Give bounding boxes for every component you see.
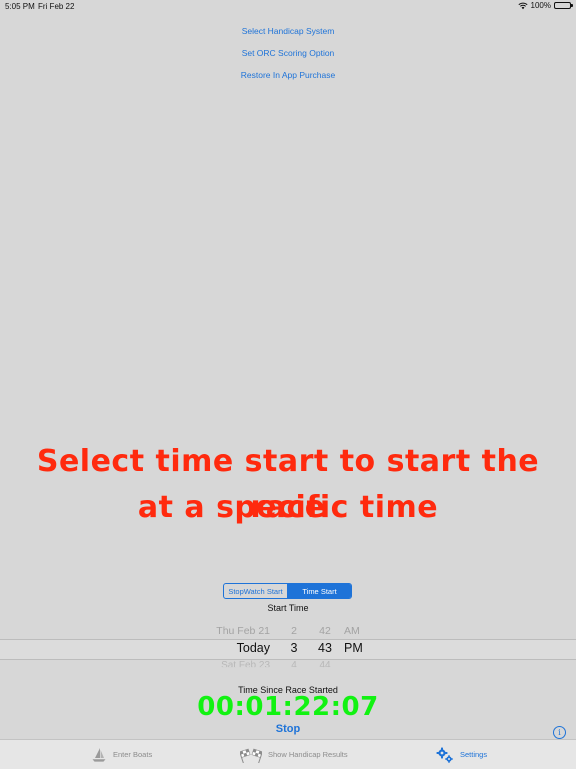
restore-purchase-link[interactable]: Restore In App Purchase <box>0 70 576 80</box>
status-bar: 5:05 PM Fri Feb 22 100% <box>0 0 576 14</box>
sailboat-icon <box>92 747 106 762</box>
tab-show-handicap-results[interactable]: Show Handicap Results <box>240 740 348 769</box>
picker-hour-selected[interactable]: 3 <box>285 641 303 655</box>
status-time: 5:05 PM <box>5 2 35 11</box>
battery-icon <box>554 2 573 9</box>
start-time-picker[interactable]: Thu Feb 21 2 42 AM Today 3 43 PM Sat Feb… <box>0 620 576 676</box>
start-mode-segmented-control: StopWatch Start Time Start <box>223 583 352 599</box>
battery-percent: 100% <box>530 1 551 10</box>
picker-minute-selected[interactable]: 43 <box>314 641 336 655</box>
tab-enter-boats[interactable]: Enter Boats <box>91 740 152 769</box>
picker-date-prev[interactable]: Thu Feb 21 <box>216 625 270 637</box>
picker-minute-next[interactable]: 44 <box>314 660 336 667</box>
picker-date-selected[interactable]: Today <box>237 641 270 655</box>
start-time-label: Start Time <box>267 603 309 613</box>
picker-hour-prev[interactable]: 2 <box>285 625 303 637</box>
set-orc-scoring-link[interactable]: Set ORC Scoring Option <box>0 48 576 58</box>
stopwatch-start-segment[interactable]: StopWatch Start <box>224 584 288 598</box>
picker-ampm-selected[interactable]: PM <box>344 641 363 655</box>
wifi-icon <box>517 2 528 9</box>
picker-date-next[interactable]: Sat Feb 23 <box>221 660 270 667</box>
checkered-flags-icon <box>240 748 262 763</box>
picker-hour-next[interactable]: 4 <box>285 660 303 667</box>
tab-bar: Enter Boats Show Handicap Results Settin… <box>0 739 576 769</box>
tab-settings[interactable]: Settings <box>436 740 487 769</box>
tab-enter-boats-label: Enter Boats <box>113 750 153 759</box>
instruction-caption-line-2: at a specific time <box>137 490 439 525</box>
select-handicap-system-link[interactable]: Select Handicap System <box>0 26 576 36</box>
tab-settings-label: Settings <box>460 750 488 759</box>
status-date: Fri Feb 22 <box>38 2 75 11</box>
stop-button[interactable]: Stop <box>0 723 576 735</box>
race-elapsed-timer: 00:01:22:07 <box>197 692 379 722</box>
picker-minute-prev[interactable]: 42 <box>314 625 336 637</box>
status-indicators: 100% <box>517 1 573 10</box>
time-start-segment[interactable]: Time Start <box>288 584 351 598</box>
tab-show-handicap-results-label: Show Handicap Results <box>268 750 348 759</box>
info-icon[interactable]: i <box>553 726 566 739</box>
gears-icon <box>436 747 453 763</box>
picker-ampm-prev[interactable]: AM <box>344 625 360 637</box>
